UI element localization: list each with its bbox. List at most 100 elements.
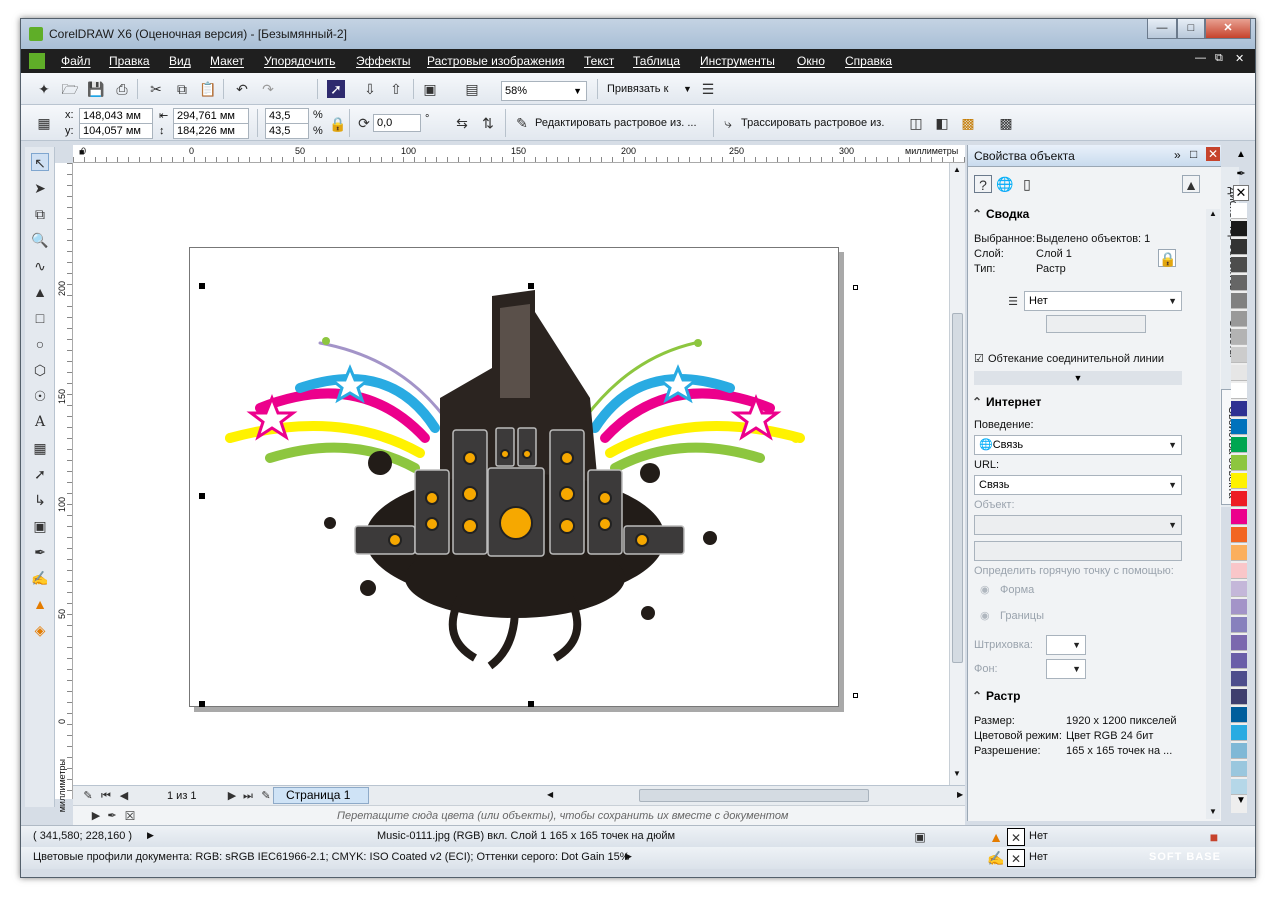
color-swatch[interactable] <box>1231 599 1247 615</box>
selection-handle[interactable] <box>528 701 534 707</box>
paste-icon[interactable]: 📋 <box>199 80 217 98</box>
docker-close-icon[interactable]: ✕ <box>1206 147 1221 161</box>
application-launcher-icon[interactable]: ▣ <box>421 80 439 98</box>
shape-tool-icon[interactable]: ➤ <box>31 179 49 197</box>
palette-scroll-up-icon[interactable]: ▲ <box>1233 149 1249 165</box>
color-swatch[interactable] <box>1231 365 1247 381</box>
rotation-icon[interactable]: ⟳ <box>355 114 373 132</box>
menu-bitmaps[interactable]: Растровые изображения <box>427 54 565 68</box>
crop-bitmap-icon[interactable]: ◫ <box>907 114 925 132</box>
color-swatch[interactable] <box>1231 635 1247 651</box>
color-swatch[interactable] <box>1231 653 1247 669</box>
color-swatch[interactable] <box>1231 347 1247 363</box>
color-swatch[interactable] <box>1231 473 1247 489</box>
collapse-docker-icon[interactable]: » <box>1174 148 1181 162</box>
menu-help[interactable]: Справка <box>845 54 892 68</box>
selection-handle[interactable] <box>853 285 858 290</box>
color-swatch[interactable] <box>1231 689 1247 705</box>
snap-dropdown-icon[interactable]: ▼ <box>683 84 692 94</box>
interactive-fill-tool-icon[interactable]: ◈ <box>31 621 49 639</box>
color-swatch[interactable] <box>1231 743 1247 759</box>
color-proof-icon[interactable]: ▣ <box>911 828 929 846</box>
expand-more-button[interactable]: ▼ <box>974 371 1182 385</box>
selection-handle[interactable] <box>853 693 858 698</box>
selection-handle[interactable] <box>199 493 205 499</box>
palette-scroll-down-icon[interactable]: ▼ <box>1233 795 1249 811</box>
vertical-ruler[interactable]: 200 150 100 50 0 миллиметры <box>55 163 73 812</box>
radio-off-icon[interactable]: ◉ <box>980 583 990 596</box>
docker-scrollbar[interactable]: ▲ ▼ <box>1206 209 1220 819</box>
mirror-horizontal-icon[interactable]: ⇆ <box>453 114 471 132</box>
no-color-swatch-icon[interactable]: ☒ <box>121 807 139 825</box>
object-target-input[interactable] <box>974 541 1182 561</box>
doc-close-icon[interactable]: ✕ <box>1235 52 1244 65</box>
color-swatch[interactable] <box>1231 221 1247 237</box>
trace-bitmap-button[interactable]: Трассировать растровое из. <box>741 117 884 129</box>
eyedropper-icon[interactable]: ✒ <box>103 807 121 825</box>
eyedropper-tool-icon[interactable]: ✒ <box>31 543 49 561</box>
drawing-canvas[interactable] <box>73 163 949 785</box>
scale-y-input[interactable]: 43,5 <box>265 123 309 139</box>
height-input[interactable]: 184,226 мм <box>173 123 249 139</box>
crop-tool-icon[interactable]: ⧉ <box>31 205 49 223</box>
outline-pen-tool-icon[interactable]: ✍ <box>31 569 49 587</box>
summary-section-header[interactable]: ⌃ Сводка <box>972 207 1202 227</box>
status-menu-icon[interactable]: ▶ <box>147 830 154 841</box>
background-color-picker[interactable]: ▼ <box>1046 659 1086 679</box>
minimize-button[interactable]: — <box>1147 19 1177 39</box>
selection-handle[interactable] <box>199 701 205 707</box>
maximize-button[interactable]: □ <box>1177 19 1205 39</box>
lock-object-icon[interactable]: 🔒 <box>1158 249 1176 267</box>
menu-window[interactable]: Окно <box>797 54 825 68</box>
raster-tab-icon[interactable]: ▯ <box>1018 175 1036 193</box>
y-position-input[interactable]: 104,057 мм <box>79 123 153 139</box>
save-icon[interactable]: 💾 <box>87 80 105 98</box>
document-page[interactable] <box>189 247 839 707</box>
color-swatch[interactable] <box>1231 761 1247 777</box>
behavior-combo[interactable]: 🌐Связь ▼ <box>974 435 1182 455</box>
color-swatch[interactable] <box>1231 437 1247 453</box>
polygon-tool-icon[interactable]: ⬡ <box>31 361 49 379</box>
options-icon[interactable]: ☰ <box>699 80 717 98</box>
profiles-menu-icon[interactable]: ▶ <box>625 851 632 862</box>
menu-layout[interactable]: Макет <box>210 54 244 68</box>
table-tool-icon[interactable]: ▦ <box>31 439 49 457</box>
raster-section-header[interactable]: ⌃ Растр <box>972 689 1202 709</box>
scroll-down-icon[interactable]: ▼ <box>1209 807 1217 816</box>
color-swatch[interactable] <box>1231 779 1247 795</box>
hatch-color-picker[interactable]: ▼ <box>1046 635 1086 655</box>
color-swatch[interactable] <box>1231 311 1247 327</box>
dimension-tool-icon[interactable]: ➚ <box>31 465 49 483</box>
color-swatch[interactable] <box>1231 239 1247 255</box>
zoom-level-combo[interactable]: 58% ▼ <box>501 81 587 101</box>
scroll-right-icon[interactable]: ▶ <box>957 790 963 799</box>
color-swatch[interactable] <box>1231 257 1247 273</box>
menu-text[interactable]: Текст <box>584 54 614 68</box>
page-tab[interactable]: Страница 1 <box>273 787 369 804</box>
menu-effects[interactable]: Эффекты <box>356 54 411 68</box>
blend-tool-icon[interactable]: ▣ <box>31 517 49 535</box>
welcome-screen-icon[interactable]: ▤ <box>463 80 481 98</box>
basic-shapes-tool-icon[interactable]: ☉ <box>31 387 49 405</box>
docker-options-icon[interactable]: ▲ <box>1182 175 1200 193</box>
doc-minimize-icon[interactable]: — <box>1195 52 1206 64</box>
scale-x-input[interactable]: 43,5 <box>265 108 309 124</box>
checkbox-checked-icon[interactable]: ☑ <box>974 352 984 365</box>
first-page-icon[interactable]: ⏮ <box>97 787 115 805</box>
color-profiles[interactable]: Цветовые профили документа: RGB: sRGB IE… <box>33 851 630 863</box>
horizontal-scroll-thumb[interactable] <box>639 789 869 802</box>
color-swatch[interactable] <box>1231 617 1247 633</box>
rotation-input[interactable]: 0,0 <box>373 114 421 132</box>
scroll-up-icon[interactable]: ▲ <box>953 165 961 174</box>
freehand-tool-icon[interactable]: ∿ <box>31 257 49 275</box>
summary-tab-icon[interactable]: ? <box>974 175 992 193</box>
color-swatch[interactable] <box>1231 581 1247 597</box>
menu-tools[interactable]: Инструменты <box>700 54 775 68</box>
print-icon[interactable]: ⎙ <box>113 80 131 98</box>
new-document-icon[interactable]: ✦ <box>35 80 53 98</box>
smart-fill-tool-icon[interactable]: ▲ <box>31 283 49 301</box>
document-palette-bar[interactable]: ▶ ✒ ☒ Перетащите сюда цвета (или объекты… <box>73 805 965 825</box>
color-swatch[interactable] <box>1231 383 1247 399</box>
redo-icon[interactable]: ↷ <box>259 80 277 98</box>
width-input[interactable]: 294,761 мм <box>173 108 249 124</box>
